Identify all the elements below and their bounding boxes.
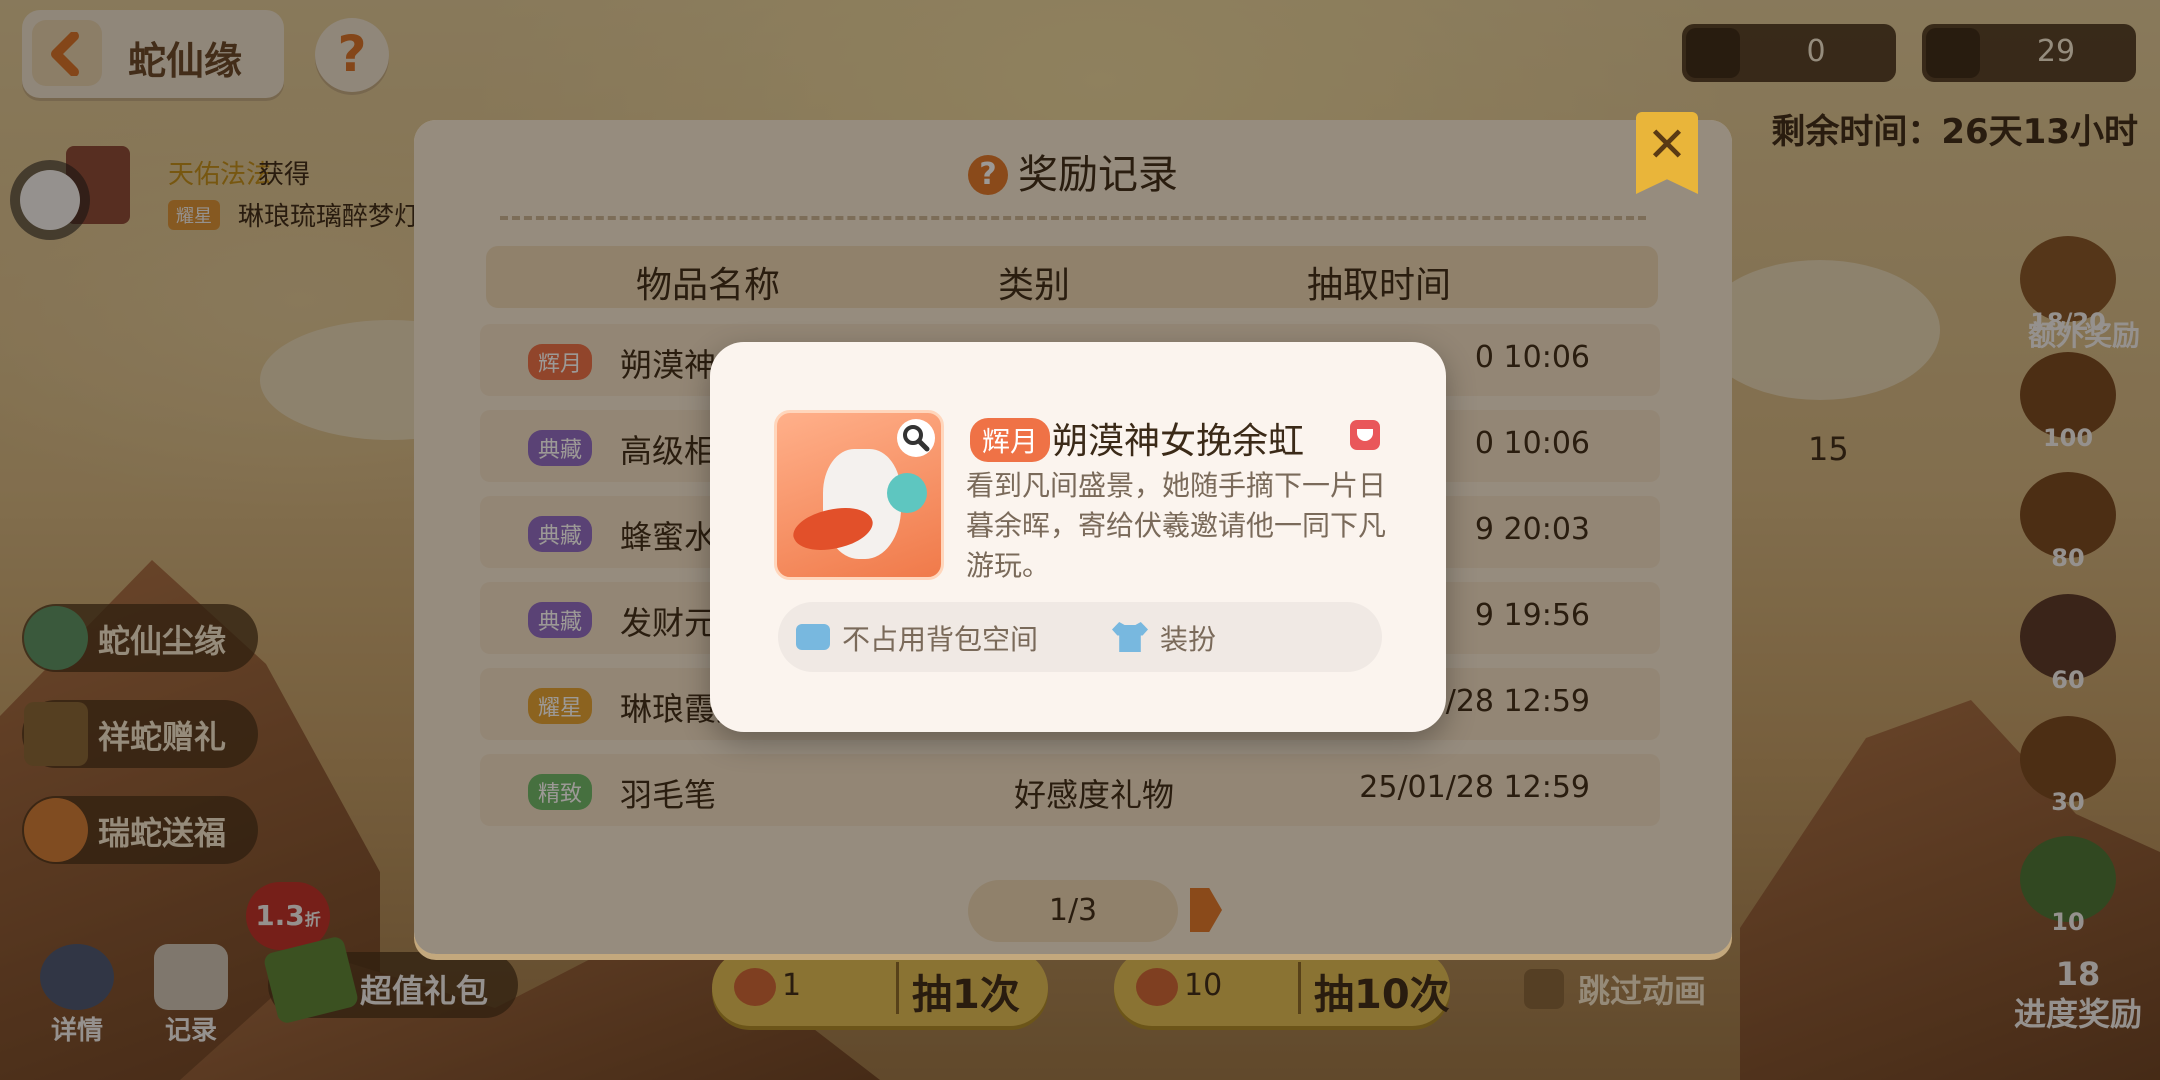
rarity-tag: 辉月 [970,418,1051,462]
backpack-icon [796,624,830,650]
item-attributes: 不占用背包空间 装扮 [778,602,1382,672]
no-bag-space-label: 不占用背包空间 [842,623,1039,656]
item-type-label: 装扮 [1160,623,1217,656]
zoom-icon[interactable] [897,419,935,457]
outfit-icon [1112,622,1148,652]
item-detail-popup: 辉月 朔漠神女挽余虹 看到凡间盛景，她随手摘下一片日暮余晖，寄给伏羲邀请他一同下… [710,342,1446,732]
item-description: 看到凡间盛景，她随手摘下一片日暮余晖，寄给伏羲邀请他一同下凡游玩。 [966,469,1387,582]
item-name: 朔漠神女挽余虹 [1052,421,1305,462]
item-card[interactable] [774,410,944,580]
ribbon-illustration [887,473,927,513]
cup-icon [1350,420,1380,450]
